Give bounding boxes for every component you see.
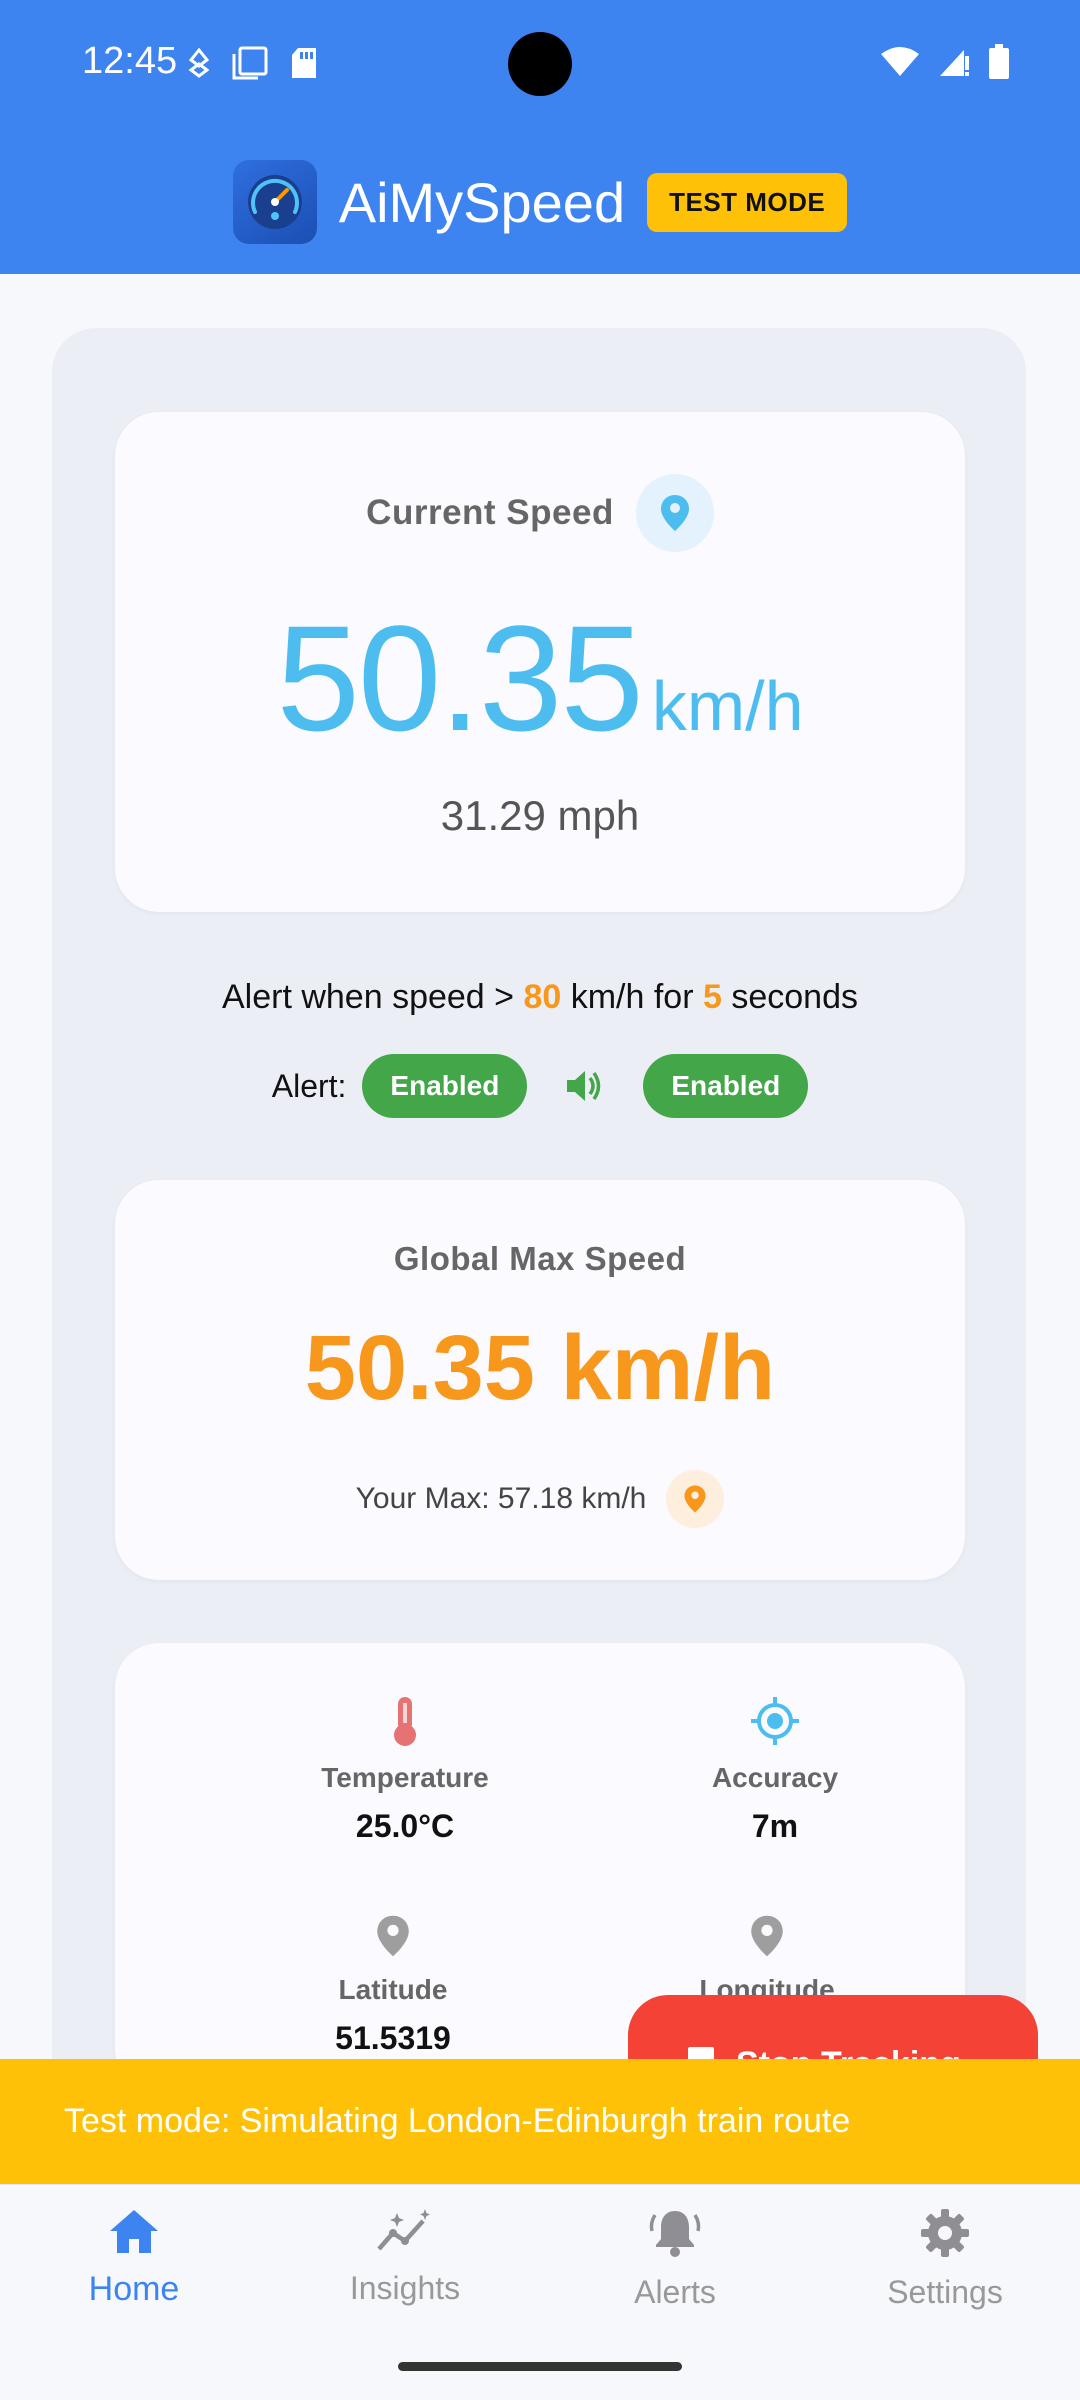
thermometer-icon bbox=[394, 1697, 416, 1746]
insights-icon bbox=[377, 2209, 430, 2251]
location-pin-icon bbox=[377, 1915, 409, 1957]
current-speed-card: Current Speed 50.35 km/h 31.29 mph bbox=[115, 412, 965, 912]
signal-icon bbox=[940, 50, 969, 76]
latitude-label: Latitude bbox=[338, 1974, 448, 2005]
alert-label: Alert: bbox=[271, 1067, 347, 1104]
sd-card-status-icon bbox=[292, 48, 316, 78]
speedometer-logo-icon bbox=[247, 175, 302, 229]
screenshot-status-icon bbox=[232, 46, 268, 80]
temperature-value: 25.0°C bbox=[355, 1808, 455, 1844]
longitude-cell: Longitude bbox=[617, 1913, 917, 2006]
current-speed-title: Current Speed bbox=[366, 493, 614, 532]
test-mode-banner: Test mode: Simulating London-Edinburgh t… bbox=[0, 2059, 1080, 2184]
location-button[interactable] bbox=[635, 474, 714, 552]
temperature-cell: Temperature 25.0°C bbox=[255, 1695, 555, 1845]
latitude-cell: Latitude 51.5319 bbox=[243, 1913, 543, 2057]
sound-enabled-toggle[interactable]: Enabled bbox=[643, 1054, 809, 1118]
global-max-card: Global Max Speed 50.35 km/h Your Max: 57… bbox=[115, 1180, 965, 1580]
nav-alerts-label: Alerts bbox=[634, 2274, 716, 2310]
location-pin-icon bbox=[660, 495, 689, 531]
latitude-value: 51.5319 bbox=[335, 2020, 451, 2056]
nav-insights-label: Insights bbox=[349, 2270, 461, 2306]
gear-icon bbox=[921, 2209, 969, 2257]
bell-ringing-icon bbox=[649, 2211, 701, 2257]
alert-suffix: seconds bbox=[721, 978, 858, 1016]
alert-prefix: Alert when speed > bbox=[221, 978, 524, 1016]
location-pin-icon bbox=[684, 1485, 706, 1513]
wifi-icon bbox=[881, 47, 919, 76]
your-max-text: Your Max: 57.18 km/h bbox=[355, 1482, 647, 1515]
status-time: 12:45 bbox=[82, 40, 178, 82]
current-speed-mph: 31.29 mph bbox=[440, 792, 640, 839]
top-app-bar: 12:45 AiMySpeed TEST MODE bbox=[0, 0, 1080, 274]
nav-settings-label: Settings bbox=[887, 2274, 1003, 2310]
nav-settings[interactable]: Settings bbox=[835, 2207, 1055, 2311]
battery-icon bbox=[989, 44, 1009, 79]
your-max-location-button[interactable] bbox=[666, 1470, 725, 1528]
home-indicator[interactable] bbox=[398, 2362, 682, 2371]
camera-cutout bbox=[508, 32, 572, 96]
current-speed-value: 50.35 bbox=[276, 594, 643, 762]
status-icons-left bbox=[188, 46, 318, 80]
alert-middle: km/h for bbox=[561, 978, 703, 1016]
app-title: AiMySpeed bbox=[338, 170, 626, 234]
nav-home-label: Home bbox=[88, 2270, 180, 2308]
global-max-value: 50.35 km/h bbox=[304, 1317, 776, 1419]
accuracy-label: Accuracy bbox=[711, 1762, 839, 1793]
current-speed-unit: km/h bbox=[651, 667, 804, 745]
alert-threshold-text: Alert when speed > 80 km/h for 5 seconds bbox=[0, 978, 1080, 1017]
status-icons-right bbox=[880, 44, 1010, 80]
location-pin-icon bbox=[751, 1915, 783, 1957]
global-max-title: Global Max Speed bbox=[393, 1240, 687, 1277]
app-logo bbox=[232, 160, 317, 244]
alert-status-row: Alert: Enabled Enabled bbox=[0, 1054, 1080, 1118]
gps-target-icon bbox=[751, 1697, 799, 1745]
nav-home[interactable]: Home bbox=[24, 2207, 244, 2309]
accuracy-value: 7m bbox=[751, 1808, 799, 1844]
alert-duration-value: 5 bbox=[702, 978, 722, 1016]
location-status-icon bbox=[188, 48, 210, 78]
alert-threshold-value: 80 bbox=[523, 978, 562, 1016]
alert-enabled-toggle[interactable]: Enabled bbox=[362, 1054, 528, 1118]
nav-alerts[interactable]: Alerts bbox=[565, 2207, 785, 2311]
test-mode-badge: TEST MODE bbox=[647, 172, 848, 232]
nav-insights[interactable]: Insights bbox=[295, 2207, 515, 2307]
home-icon bbox=[110, 2210, 158, 2253]
speaker-icon bbox=[567, 1071, 601, 1101]
temperature-label: Temperature bbox=[321, 1762, 489, 1793]
accuracy-cell: Accuracy 7m bbox=[625, 1695, 925, 1845]
